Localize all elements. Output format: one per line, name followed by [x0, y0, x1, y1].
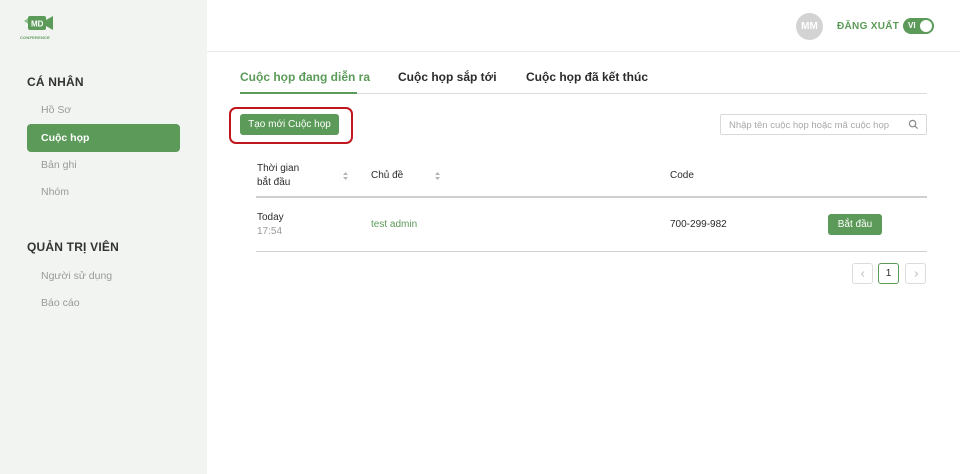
section-title-admin: QUẢN TRỊ VIÊN [27, 240, 119, 254]
logo-subtext: CONFERENCE [20, 35, 51, 40]
pagination-prev-button[interactable] [852, 263, 873, 284]
sidebar-item-users[interactable]: Người sử dụng [27, 262, 180, 290]
search-icon[interactable] [908, 119, 919, 130]
tab-ongoing[interactable]: Cuộc họp đang diễn ra [240, 70, 370, 94]
sidebar-item-meetings[interactable]: Cuộc họp [27, 124, 180, 152]
toggle-knob [920, 20, 932, 32]
row-start-time: 17:54 [257, 226, 283, 237]
row-code: 700-299-982 [670, 219, 727, 230]
pagination-page-current[interactable]: 1 [878, 263, 899, 284]
tab-ended[interactable]: Cuộc họp đã kết thúc [526, 70, 648, 94]
row-topic[interactable]: test admin [371, 218, 417, 232]
row-start-day: Today [257, 212, 284, 223]
column-header-start-time-line2: bắt đầu [257, 177, 291, 188]
column-header-code: Code [670, 170, 694, 181]
language-toggle[interactable]: VI [903, 18, 934, 34]
language-label: VI [908, 21, 916, 30]
table-row-divider [256, 251, 927, 252]
sort-icon[interactable] [434, 171, 441, 181]
section-title-personal: CÁ NHÂN [27, 75, 84, 89]
sidebar-item-groups[interactable]: Nhóm [27, 178, 180, 206]
active-tab-indicator [240, 92, 357, 94]
chevron-right-icon [914, 271, 918, 277]
meeting-tabs: Cuộc họp đang diễn ra Cuộc họp sắp tới C… [240, 70, 927, 94]
column-header-topic[interactable]: Chủ đề [371, 169, 403, 183]
sidebar-item-recordings[interactable]: Bản ghi [27, 151, 180, 179]
pagination-next-button[interactable] [905, 263, 926, 284]
logo-text: MD [31, 20, 44, 29]
sidebar-item-profile[interactable]: Hồ Sơ [27, 96, 180, 124]
search-input[interactable] [721, 116, 896, 135]
start-meeting-button[interactable]: Bắt đầu [828, 214, 882, 235]
column-header-start-time[interactable]: Thời gian bắt đầu [257, 162, 299, 190]
column-header-start-time-line1: Thời gian [257, 163, 300, 174]
tab-upcoming[interactable]: Cuộc họp sắp tới [398, 70, 497, 94]
table-header-divider [256, 196, 927, 198]
sort-icon[interactable] [342, 171, 349, 181]
avatar[interactable]: MM [796, 13, 823, 40]
create-meeting-button[interactable]: Tạo mới Cuộc họp [240, 114, 339, 135]
search-box [720, 114, 927, 135]
chevron-left-icon [860, 271, 864, 277]
sidebar-item-reports[interactable]: Báo cáo [27, 289, 180, 317]
sidebar: MD CONFERENCE CÁ NHÂN Hồ Sơ Cuộc họp Bản… [0, 0, 207, 474]
logout-button[interactable]: ĐĂNG XUẤT [837, 21, 899, 32]
